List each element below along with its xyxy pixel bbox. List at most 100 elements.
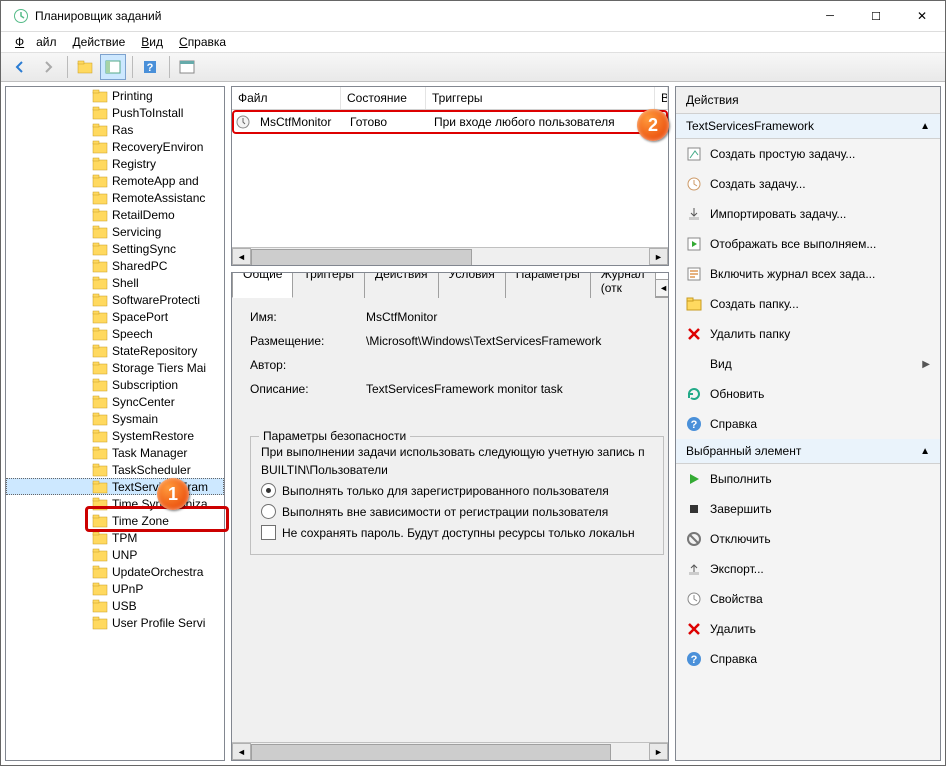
menu-file[interactable]: Файл [9, 33, 63, 51]
tab[interactable]: Условия [438, 272, 506, 298]
tree-item[interactable]: USB [6, 597, 224, 614]
tree-item[interactable]: Time Zone [6, 512, 224, 529]
action-export[interactable]: Экспорт... [676, 554, 940, 584]
actions-section-1[interactable]: TextServicesFramework▲ [676, 114, 940, 139]
tree-item[interactable]: SoftwareProtecti [6, 291, 224, 308]
tree-item[interactable]: Speech [6, 325, 224, 342]
window-title: Планировщик заданий [35, 9, 807, 23]
minimize-button[interactable]: ─ [807, 1, 853, 31]
tab[interactable]: Параметры [505, 272, 591, 298]
hscroll[interactable]: ◄► [232, 247, 668, 265]
action-log[interactable]: Включить журнал всех зада... [676, 259, 940, 289]
tab-prev[interactable]: ◄ [655, 279, 669, 297]
tool-folder-button[interactable] [72, 54, 98, 80]
tab[interactable]: Триггеры [292, 272, 365, 298]
tree-item[interactable]: Registry [6, 155, 224, 172]
clock-icon [236, 115, 250, 129]
menu-help[interactable]: Справка [173, 33, 232, 51]
tree-item[interactable]: TextServicesFram [6, 478, 224, 495]
tree-item[interactable]: User Profile Servi [6, 614, 224, 631]
tree-item[interactable]: TPM [6, 529, 224, 546]
action-wizard[interactable]: Создать простую задачу... [676, 139, 940, 169]
props-icon [686, 591, 702, 607]
tree-item[interactable]: RecoveryEnviron [6, 138, 224, 155]
back-button[interactable] [7, 54, 33, 80]
svg-text:?: ? [147, 62, 154, 74]
tool-help-button[interactable]: ? [137, 54, 163, 80]
tree-item[interactable]: TaskScheduler [6, 461, 224, 478]
task-name: MsCtfMonitor [254, 115, 344, 129]
tree-item[interactable]: SpacePort [6, 308, 224, 325]
opt-nopass[interactable]: Не сохранять пароль. Будут доступны ресу… [261, 525, 653, 540]
tree-item[interactable]: UPnP [6, 580, 224, 597]
action-help[interactable]: ?Справка [676, 644, 940, 674]
action-import[interactable]: Импортировать задачу... [676, 199, 940, 229]
action-run[interactable]: Выполнить [676, 464, 940, 494]
new-task-icon [686, 176, 702, 192]
tree-item[interactable]: Time Synchroniza [6, 495, 224, 512]
task-row[interactable]: MsCtfMonitor Готово При входе любого пол… [232, 110, 668, 134]
action-help[interactable]: ?Справка [676, 409, 940, 439]
tree-item[interactable]: Servicing [6, 223, 224, 240]
tree-item[interactable]: Printing [6, 87, 224, 104]
action-disable[interactable]: Отключить [676, 524, 940, 554]
tab[interactable]: Журнал (отк [590, 272, 656, 298]
tree-item[interactable]: SettingSync [6, 240, 224, 257]
menu-action[interactable]: Действие [67, 33, 132, 51]
opt-registered[interactable]: Выполнять только для зарегистрированного… [261, 483, 653, 498]
tree-item[interactable]: RemoteApp and [6, 172, 224, 189]
tree-item[interactable]: StateRepository [6, 342, 224, 359]
action-new-task[interactable]: Создать задачу... [676, 169, 940, 199]
actions-pane: Действия TextServicesFramework▲ Создать … [675, 86, 941, 761]
tree-item[interactable]: RemoteAssistanc [6, 189, 224, 206]
tree-item[interactable]: Storage Tiers Mai [6, 359, 224, 376]
action-stop[interactable]: Завершить [676, 494, 940, 524]
action-folder[interactable]: Создать папку... [676, 289, 940, 319]
action-view[interactable]: Вид▶ [676, 349, 940, 379]
import-icon [686, 206, 702, 222]
maximize-button[interactable]: ☐ [853, 1, 899, 31]
author-value [366, 358, 664, 372]
tree-item[interactable]: Ras [6, 121, 224, 138]
action-props[interactable]: Свойства [676, 584, 940, 614]
menu-view[interactable]: Вид [135, 33, 169, 51]
tree-item[interactable]: RetailDemo [6, 206, 224, 223]
col-state[interactable]: Состояние [341, 87, 426, 109]
tree-item[interactable]: SystemRestore [6, 427, 224, 444]
tree-item[interactable]: SyncCenter [6, 393, 224, 410]
tree-item[interactable]: Sysmain [6, 410, 224, 427]
stop-icon [686, 501, 702, 517]
opt-any[interactable]: Выполнять вне зависимости от регистрации… [261, 504, 653, 519]
security-account: BUILTIN\Пользователи [261, 463, 653, 477]
col-time[interactable]: Врем [655, 87, 668, 109]
tool-schedule-button[interactable] [174, 54, 200, 80]
action-refresh[interactable]: Обновить [676, 379, 940, 409]
tree-item[interactable]: UpdateOrchestra [6, 563, 224, 580]
help-icon: ? [686, 416, 702, 432]
view-icon [686, 356, 702, 372]
actions-section-2[interactable]: Выбранный элемент▲ [676, 439, 940, 464]
col-file[interactable]: Файл [232, 87, 341, 109]
action-delete-x[interactable]: Удалить папку [676, 319, 940, 349]
forward-button[interactable] [35, 54, 61, 80]
action-running[interactable]: Отображать все выполняем... [676, 229, 940, 259]
tree-pane: PrintingPushToInstallRasRecoveryEnvironR… [5, 86, 225, 761]
action-delete[interactable]: Удалить [676, 614, 940, 644]
col-triggers[interactable]: Триггеры [426, 87, 655, 109]
tree-item[interactable]: Task Manager [6, 444, 224, 461]
tool-panel-button[interactable] [100, 54, 126, 80]
tab[interactable]: Общие [232, 272, 293, 298]
tree-item[interactable]: Shell [6, 274, 224, 291]
detail-hscroll[interactable]: ◄► [232, 742, 668, 760]
loc-value: \Microsoft\Windows\TextServicesFramework [366, 334, 664, 348]
running-icon [686, 236, 702, 252]
tree-item[interactable]: UNP [6, 546, 224, 563]
tree-item[interactable]: SharedPC [6, 257, 224, 274]
close-button[interactable]: ✕ [899, 1, 945, 31]
security-legend: Параметры безопасности [259, 429, 410, 443]
tab[interactable]: Действия [364, 272, 439, 298]
tree-item[interactable]: Subscription [6, 376, 224, 393]
tree-item[interactable]: PushToInstall [6, 104, 224, 121]
svg-text:?: ? [691, 419, 698, 431]
actions-header: Действия [676, 87, 940, 114]
